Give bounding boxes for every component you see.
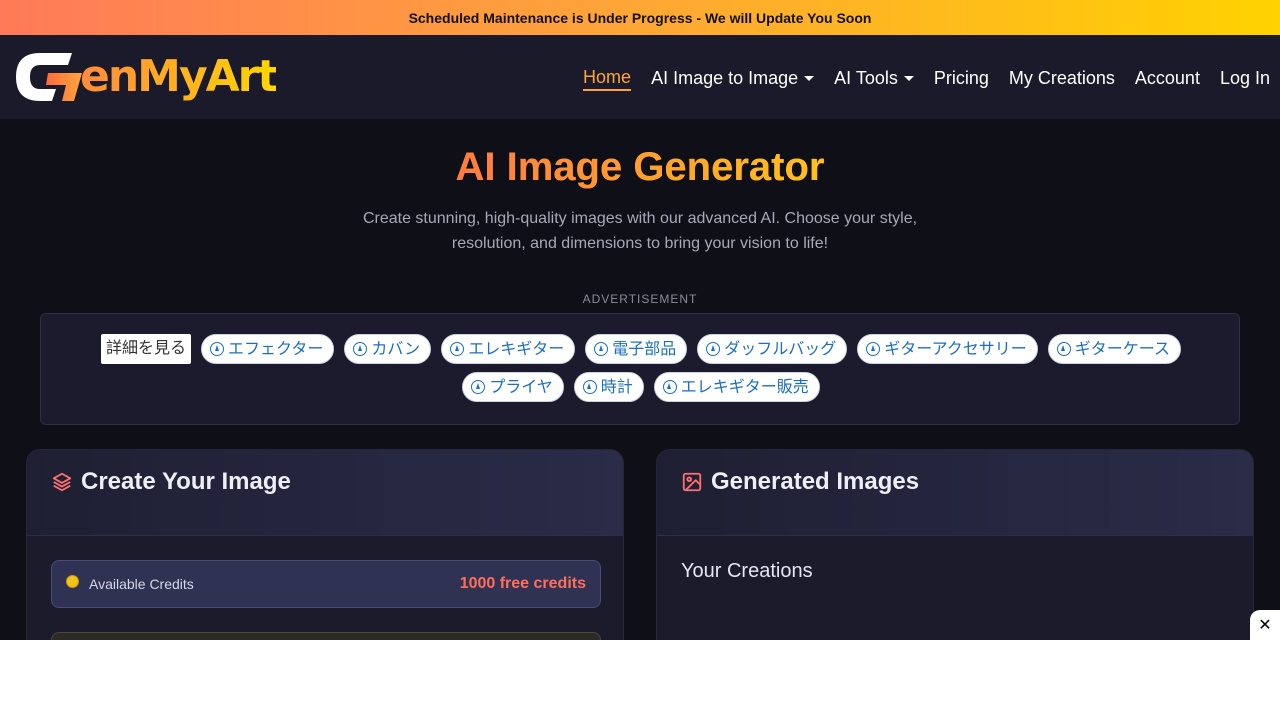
nav-home[interactable]: Home	[583, 65, 632, 91]
ad-chip[interactable]: ダッフルバッグ	[697, 334, 848, 364]
create-image-panel: Create Your Image Available Credits 1000…	[26, 449, 624, 640]
ad-chip[interactable]: カバン	[344, 334, 432, 364]
coin-icon	[66, 574, 79, 588]
nav-ai-image-to-image[interactable]: AI Image to Image	[651, 65, 815, 91]
generated-images-panel: Generated Images Your Creations	[656, 449, 1254, 640]
ad-more-button[interactable]: 詳細を見る	[100, 334, 191, 364]
your-creations-heading: Your Creations	[681, 560, 813, 582]
ad-row: 詳細を見る エフェクター カバン エレキギター 電子部品 ダッフルバッグ ギター…	[41, 334, 1241, 364]
ad-chip[interactable]: プライヤ	[462, 372, 564, 402]
banner-text: Scheduled Maintenance is Under Progress …	[408, 9, 872, 26]
credits-box: Available Credits 1000 free credits	[51, 560, 601, 608]
nav-ai-tools[interactable]: AI Tools	[834, 65, 914, 91]
navbar: enMyArt Home AI Image to Image AI Tools …	[0, 35, 1280, 119]
ad-row: プライヤ 時計 エレキギター販売	[41, 372, 1241, 402]
arrow-up-circle-icon	[594, 342, 609, 356]
arrow-up-circle-icon	[662, 380, 677, 394]
generated-panel-title: Generated Images	[711, 467, 920, 495]
credits-label: Available Credits	[89, 576, 194, 592]
ad-chip[interactable]: エレキギター	[441, 334, 576, 364]
credits-value: 1000 free credits	[459, 575, 586, 592]
ad-chip[interactable]: ギターアクセサリー	[857, 334, 1038, 364]
ad-chip[interactable]: 時計	[573, 372, 644, 402]
ad-chip[interactable]: ギターケース	[1047, 334, 1181, 364]
notice-box	[51, 632, 601, 640]
ad-label: ADVERTISEMENT	[582, 292, 698, 306]
arrow-up-circle-icon	[706, 342, 721, 356]
ad-container: 詳細を見る エフェクター カバン エレキギター 電子部品 ダッフルバッグ ギター…	[40, 313, 1240, 425]
create-panel-header: Create Your Image	[27, 450, 623, 536]
ad-chip[interactable]: エフェクター	[201, 334, 335, 364]
page-title: AI Image Generator	[0, 145, 1280, 190]
page-viewport: Scheduled Maintenance is Under Progress …	[0, 0, 1280, 640]
chevron-down-icon	[804, 75, 815, 81]
maintenance-banner: Scheduled Maintenance is Under Progress …	[0, 0, 1280, 35]
arrow-up-circle-icon	[471, 380, 486, 394]
arrow-up-circle-icon	[450, 342, 465, 356]
page-subtitle: Create stunning, high-quality images wit…	[362, 210, 918, 252]
arrow-up-circle-icon	[210, 342, 224, 356]
chevron-down-icon	[903, 75, 914, 81]
main-nav: Home AI Image to Image AI Tools Pricing …	[583, 65, 1270, 91]
arrow-up-circle-icon	[1056, 342, 1071, 356]
arrow-up-circle-icon	[353, 342, 368, 356]
close-icon: ✕	[1258, 617, 1272, 634]
brand-logo[interactable]: enMyArt	[12, 47, 278, 107]
nav-my-creations[interactable]: My Creations	[1009, 65, 1115, 91]
close-ad-button[interactable]: ✕	[1250, 610, 1280, 640]
generated-panel-header: Generated Images	[657, 450, 1253, 536]
arrow-up-circle-icon	[582, 380, 597, 394]
arrow-up-circle-icon	[866, 342, 881, 356]
ad-chip[interactable]: 電子部品	[585, 334, 688, 364]
logo-g-icon	[16, 53, 82, 101]
nav-login[interactable]: Log In	[1220, 65, 1270, 91]
logo-text: enMyArt	[80, 47, 278, 107]
layers-icon	[52, 472, 72, 491]
nav-account[interactable]: Account	[1135, 65, 1200, 91]
create-panel-title: Create Your Image	[81, 467, 291, 495]
ad-chip[interactable]: エレキギター販売	[653, 372, 820, 402]
image-icon	[682, 472, 702, 491]
nav-pricing[interactable]: Pricing	[934, 65, 989, 91]
